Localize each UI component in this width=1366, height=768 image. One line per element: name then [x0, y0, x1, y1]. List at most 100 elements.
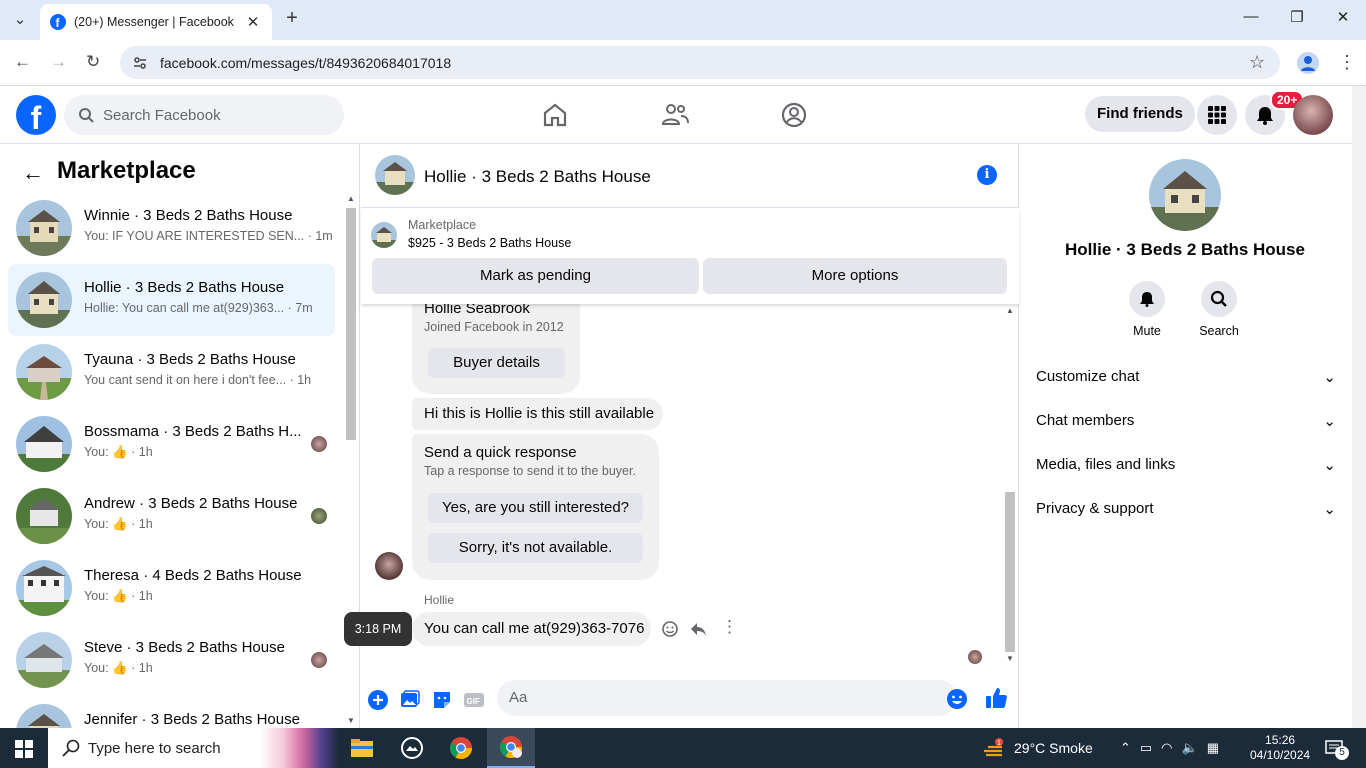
- profile-icon[interactable]: [1297, 52, 1319, 74]
- conversation-preview: You:: [84, 661, 109, 675]
- conversation-list: Winnie · 3 Beds 2 Baths House You: IF YO…: [8, 192, 335, 740]
- chrome-icon[interactable]: [437, 728, 485, 768]
- system-tray-icons[interactable]: ⌃▭◠🔈▦: [1120, 728, 1228, 768]
- search-icon: [79, 108, 94, 123]
- conversation-list-scrollbar[interactable]: ▲ ▼: [344, 192, 358, 728]
- conversation-preview: You: IF YOU ARE INTERESTED SEN...: [84, 229, 305, 243]
- thumbs-up-send-icon[interactable]: [985, 687, 1007, 709]
- file-explorer-icon[interactable]: [338, 728, 386, 768]
- friends-icon[interactable]: [660, 100, 690, 130]
- find-friends-button[interactable]: Find friends: [1085, 96, 1195, 132]
- facebook-search-input[interactable]: Search Facebook: [64, 95, 344, 135]
- camera-app-icon[interactable]: [388, 728, 436, 768]
- more-options-button[interactable]: More options: [703, 258, 1007, 294]
- close-tab-icon[interactable]: ✕: [244, 13, 262, 31]
- minimize-icon[interactable]: —: [1228, 8, 1274, 32]
- photo-icon[interactable]: [399, 689, 421, 711]
- sender-avatar[interactable]: [375, 552, 403, 580]
- quick-reply-button[interactable]: Sorry, it's not available.: [428, 533, 643, 563]
- chat-info-avatar[interactable]: [1149, 159, 1221, 231]
- search-icon: [62, 739, 80, 757]
- message-input[interactable]: Aa: [497, 680, 957, 716]
- mark-as-pending-button[interactable]: Mark as pending: [372, 258, 699, 294]
- listing-thumbnail[interactable]: [371, 222, 397, 248]
- search-icon: [1210, 290, 1227, 307]
- conversation-time: · 1h: [131, 589, 153, 603]
- restore-icon[interactable]: ❐: [1274, 8, 1320, 32]
- browser-tab[interactable]: f (20+) Messenger | Facebook ✕: [40, 4, 272, 40]
- chrome-active-icon[interactable]: [487, 728, 535, 768]
- media-files-links-section[interactable]: Media, files and links ⌄: [1036, 456, 1336, 474]
- reply-arrow-icon[interactable]: [689, 620, 707, 638]
- conversation-item[interactable]: Theresa · 4 Beds 2 Baths House You: 👍 · …: [8, 552, 335, 624]
- browser-menu-icon[interactable]: ⋮: [1338, 52, 1356, 73]
- windows-start-icon[interactable]: [15, 740, 33, 758]
- message-bubble[interactable]: Hi this is Hollie is this still availabl…: [412, 398, 663, 430]
- conversation-item-active[interactable]: Hollie · 3 Beds 2 Baths House Hollie: Yo…: [8, 264, 335, 336]
- svg-text:GIF: GIF: [467, 697, 480, 706]
- thread-scrollbar[interactable]: ▲ ▼: [1003, 304, 1017, 668]
- conversation-time: · 1h: [131, 661, 153, 675]
- clock-date: 04/10/2024: [1250, 748, 1311, 762]
- house-thumbnail: [16, 416, 72, 472]
- gif-icon[interactable]: GIF: [463, 689, 485, 711]
- clock[interactable]: 15:26 04/10/2024: [1250, 728, 1310, 768]
- chat-title[interactable]: Hollie · 3 Beds 2 Baths House: [424, 167, 651, 187]
- taskbar-search-input[interactable]: Type here to search: [48, 728, 338, 768]
- quick-reply-button[interactable]: Yes, are you still interested?: [428, 493, 643, 523]
- menu-grid-icon[interactable]: [1197, 95, 1237, 135]
- customize-chat-section[interactable]: Customize chat ⌄: [1036, 368, 1336, 386]
- conversation-name: Steve · 3 Beds 2 Baths House: [84, 639, 285, 656]
- house-thumbnail: [16, 560, 72, 616]
- house-thumbnail: [16, 344, 72, 400]
- notification-count: 5: [1335, 746, 1349, 760]
- chat-avatar[interactable]: [375, 155, 415, 195]
- search-in-chat-button[interactable]: Search: [1189, 281, 1249, 338]
- listing-title[interactable]: $925 - 3 Beds 2 Baths House: [408, 236, 571, 250]
- chat-header: Hollie · 3 Beds 2 Baths House i: [361, 144, 1019, 208]
- react-smiley-icon[interactable]: [661, 620, 679, 638]
- tab-list-icon[interactable]: ⌄: [10, 10, 30, 28]
- facebook-header: f Search Facebook Find friends 20+: [0, 86, 1352, 144]
- chevron-down-icon: ⌄: [1323, 501, 1336, 518]
- conversation-item[interactable]: Winnie · 3 Beds 2 Baths House You: IF YO…: [8, 192, 335, 264]
- section-label: Chat members: [1036, 412, 1135, 429]
- sticker-icon[interactable]: [431, 689, 453, 711]
- facebook-logo-icon[interactable]: f: [16, 95, 56, 135]
- house-thumbnail: [16, 632, 72, 688]
- clock-time: 15:26: [1265, 733, 1296, 747]
- groups-icon[interactable]: [779, 100, 809, 130]
- notification-center-icon[interactable]: 5: [1325, 728, 1349, 768]
- new-tab-icon[interactable]: +: [282, 7, 302, 30]
- conversation-item[interactable]: Steve · 3 Beds 2 Baths House You: 👍 · 1h: [8, 624, 335, 696]
- close-window-icon[interactable]: ✕: [1320, 8, 1366, 32]
- weather-widget[interactable]: 1 29°C Smoke: [982, 728, 1093, 768]
- plus-circle-icon[interactable]: [367, 689, 389, 711]
- chat-info-panel: Hollie · 3 Beds 2 Baths House Mute Searc…: [1020, 144, 1352, 728]
- emoji-icon[interactable]: [946, 688, 968, 710]
- more-actions-icon[interactable]: ⋮: [721, 617, 738, 637]
- conversation-item[interactable]: Andrew · 3 Beds 2 Baths House You: 👍 · 1…: [8, 480, 335, 552]
- quick-response-card: Send a quick response Tap a response to …: [412, 434, 659, 580]
- url-field[interactable]: facebook.com/messages/t/8493620684017018: [120, 46, 1280, 79]
- reload-icon[interactable]: ↻: [86, 52, 100, 72]
- privacy-support-section[interactable]: Privacy & support ⌄: [1036, 500, 1336, 518]
- bookmark-star-icon[interactable]: ☆: [1249, 52, 1265, 73]
- back-arrow-icon[interactable]: ←: [22, 160, 44, 186]
- seen-avatar: [311, 652, 327, 668]
- conversation-item[interactable]: Bossmama · 3 Beds 2 Baths H... You: 👍 · …: [8, 408, 335, 480]
- page-scrollbar[interactable]: [1352, 86, 1366, 728]
- home-icon[interactable]: [540, 100, 570, 130]
- account-avatar[interactable]: [1293, 95, 1333, 135]
- timestamp-tooltip: 3:18 PM: [344, 612, 412, 646]
- info-icon[interactable]: i: [977, 165, 997, 185]
- buyer-details-button[interactable]: Buyer details: [428, 348, 565, 378]
- chat-members-section[interactable]: Chat members ⌄: [1036, 412, 1336, 430]
- site-info-icon[interactable]: [132, 55, 148, 71]
- conversation-item[interactable]: Tyauna · 3 Beds 2 Baths House You cant s…: [8, 336, 335, 408]
- mute-button[interactable]: Mute: [1117, 281, 1177, 338]
- conversation-name: Jennifer · 3 Beds 2 Baths House: [84, 711, 300, 728]
- forward-icon[interactable]: →: [50, 52, 67, 72]
- back-icon[interactable]: ←: [14, 52, 31, 72]
- message-bubble[interactable]: You can call me at(929)363-7076: [412, 612, 651, 646]
